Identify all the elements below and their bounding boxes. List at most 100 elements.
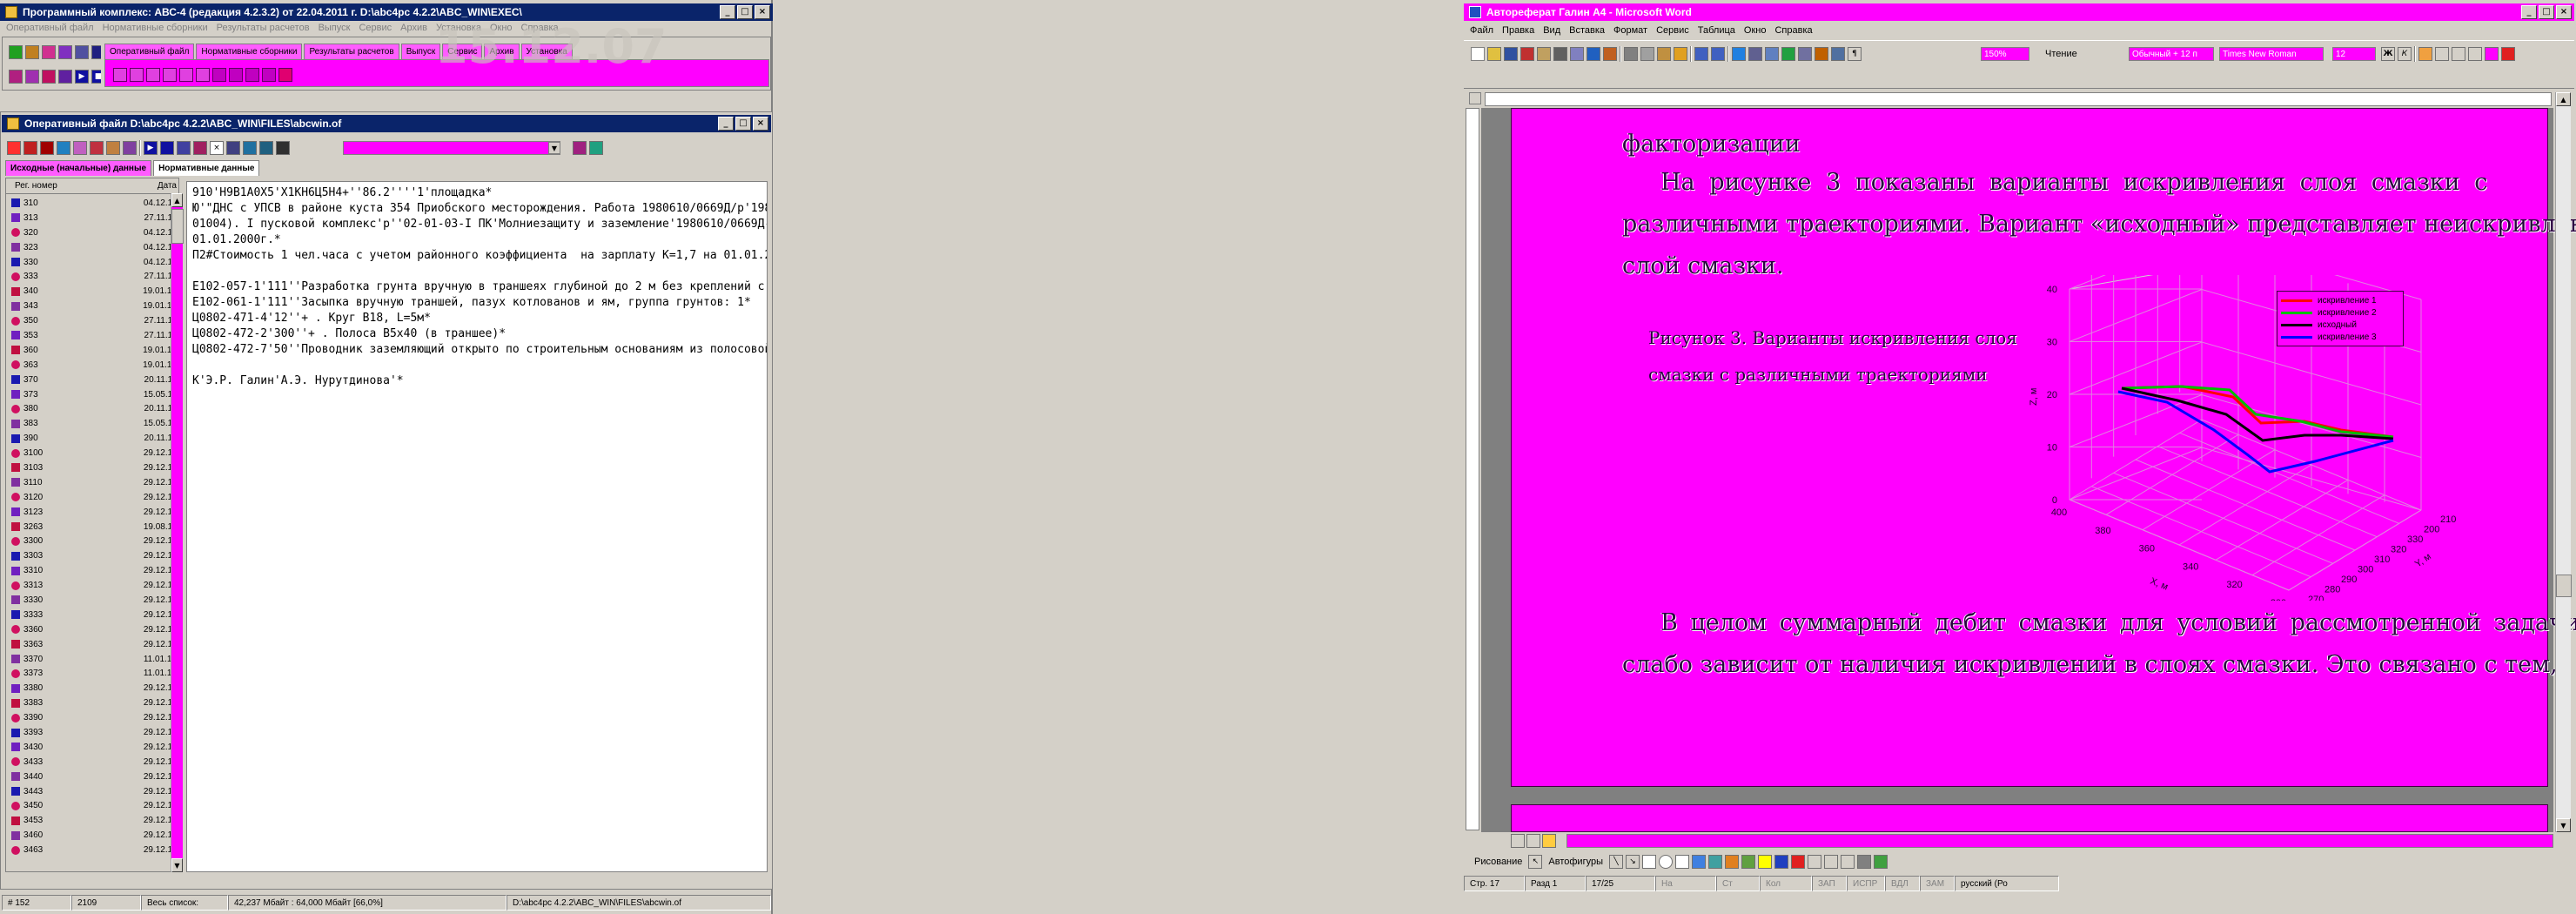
font-size-combo[interactable]: 12 [2332,47,2376,61]
book-icon[interactable] [58,45,72,59]
close-icon[interactable]: × [2556,5,2572,19]
file-icon[interactable] [245,68,259,82]
print-view-icon[interactable] [1542,834,1556,848]
list-item[interactable]: 3300 29.12.11 [6,534,178,548]
word-menu-item[interactable]: Формат [1609,25,1652,36]
file-icon[interactable] [113,68,127,82]
font-color-icon[interactable] [1791,855,1805,869]
highlight-icon[interactable] [2485,47,2499,61]
file-icon[interactable] [130,68,144,82]
list-item[interactable]: 3383 29.12.11 [6,696,178,710]
list-item[interactable]: 3100 29.12.11 [6,446,178,460]
list-item[interactable]: 340 19.01.12 [6,284,178,299]
scroll-down-icon[interactable]: ▼ [2556,818,2571,832]
columns-icon[interactable] [1798,47,1812,61]
fill-color-icon[interactable] [1758,855,1772,869]
clipart-icon[interactable] [1725,855,1739,869]
diagram-icon[interactable] [1708,855,1722,869]
word-vertical-scrollbar[interactable]: ▲ ▼ [2555,92,2572,832]
list-item[interactable]: 3120 29.12.11 [6,490,178,505]
file-icon[interactable] [163,68,177,82]
word-horizontal-scrollbar[interactable] [1566,834,2553,848]
book-icon[interactable] [106,141,120,155]
tables-icon[interactable] [1748,47,1762,61]
word-menu-item[interactable]: Сервис [1652,25,1694,36]
source-text-editor[interactable]: 910'Н9В1А0Х5'Х1КН6Ц5Н4+''86.2''''1'площа… [186,181,768,872]
list-item[interactable]: 3333 29.12.11 [6,608,178,622]
list-item[interactable]: 3303 29.12.11 [6,548,178,563]
add-icon[interactable] [23,141,37,155]
show-hide-icon[interactable]: ¶ [1848,47,1862,61]
search-icon[interactable] [259,141,273,155]
list-item[interactable]: 3433 29.12.11 [6,755,178,770]
minimize-icon[interactable]: _ [2521,5,2537,19]
list-item[interactable]: 3453 29.12.11 [6,813,178,828]
close-icon[interactable]: × [210,141,224,155]
status-ovr[interactable]: ЗАМ [1920,876,1955,891]
list-item[interactable]: 3460 29.12.11 [6,828,178,843]
scroll-up-icon[interactable]: ▲ [171,193,183,207]
book2-icon[interactable] [123,141,137,155]
doc2-icon[interactable] [25,70,39,84]
file-icon[interactable] [262,68,276,82]
tab-norm-collections[interactable]: Нормативные сборники [196,44,303,59]
list-item[interactable]: 3330 29.12.11 [6,593,178,608]
align-center-icon[interactable] [2435,47,2449,61]
menu-item[interactable]: Оперативный файл [2,23,98,33]
drawing-icon[interactable] [1815,47,1828,61]
run-icon[interactable]: ▶ [144,141,158,155]
list-item[interactable]: 3110 29.12.11 [6,475,178,490]
refresh-icon[interactable] [9,45,23,59]
tools-icon[interactable] [25,45,39,59]
read-mode-button[interactable]: Чтение [2045,47,2106,61]
list-item[interactable]: 3370 11.01.12 [6,652,178,667]
3d-style-icon[interactable] [1874,855,1888,869]
header-reg-number[interactable]: Рег. номер [6,181,102,191]
picture-icon[interactable] [1741,855,1755,869]
list-item[interactable]: 3450 29.12.11 [6,799,178,814]
word-menu-item[interactable]: Окно [1740,25,1771,36]
permission-icon[interactable] [1520,47,1534,61]
list-item[interactable]: 3363 29.12.11 [6,637,178,652]
list-item[interactable]: 3463 29.12.11 [6,843,178,857]
list-item[interactable]: 383 15.05.11 [6,416,178,431]
open-icon[interactable] [1487,47,1501,61]
insert-excel-icon[interactable] [1781,47,1795,61]
folder-icon[interactable] [243,141,257,155]
select-objects-icon[interactable]: ↖ [1528,855,1543,869]
wordart-icon[interactable] [1692,855,1706,869]
ruler-icon[interactable] [1469,92,1481,104]
list-item[interactable]: 3103 29.12.11 [6,460,178,475]
paste-icon[interactable] [73,141,87,155]
file-icon[interactable] [229,68,243,82]
oval-icon[interactable] [1659,855,1673,869]
document-map-icon[interactable] [1831,47,1845,61]
word-menu-item[interactable]: Вставка [1565,25,1609,36]
check-icon[interactable] [177,141,191,155]
filter-combo-arrow[interactable]: ▼ [548,142,560,154]
vertical-ruler[interactable] [1466,108,1479,830]
list-item[interactable]: 310 04.12.11 [6,196,178,211]
insert-table-icon[interactable] [1765,47,1779,61]
file-icon[interactable] [179,68,193,82]
italic-icon[interactable]: К [2398,47,2412,61]
dash-style-icon[interactable] [1824,855,1838,869]
shadow-icon[interactable] [1857,855,1871,869]
preview-icon[interactable] [1570,47,1584,61]
cut-icon[interactable] [1624,47,1638,61]
new-doc-icon[interactable] [1471,47,1485,61]
email-icon[interactable] [1537,47,1551,61]
status-rec[interactable]: ЗАП [1812,876,1847,891]
close-icon[interactable]: × [753,117,768,131]
tab-results[interactable]: Результаты расчетов [304,44,399,59]
list-item[interactable]: 3430 29.12.11 [6,740,178,755]
word-menu-item[interactable]: Файл [1466,25,1498,36]
scroll-down-icon[interactable]: ▼ [171,858,183,872]
list-item[interactable]: 363 19.01.12 [6,358,178,373]
export-icon[interactable] [91,45,101,59]
hyperlink-icon[interactable] [1732,47,1746,61]
list-item[interactable]: 3393 29.12.11 [6,725,178,740]
horizontal-ruler[interactable] [1485,92,2552,106]
format-painter-icon[interactable] [1674,47,1687,61]
new-icon[interactable] [7,141,21,155]
